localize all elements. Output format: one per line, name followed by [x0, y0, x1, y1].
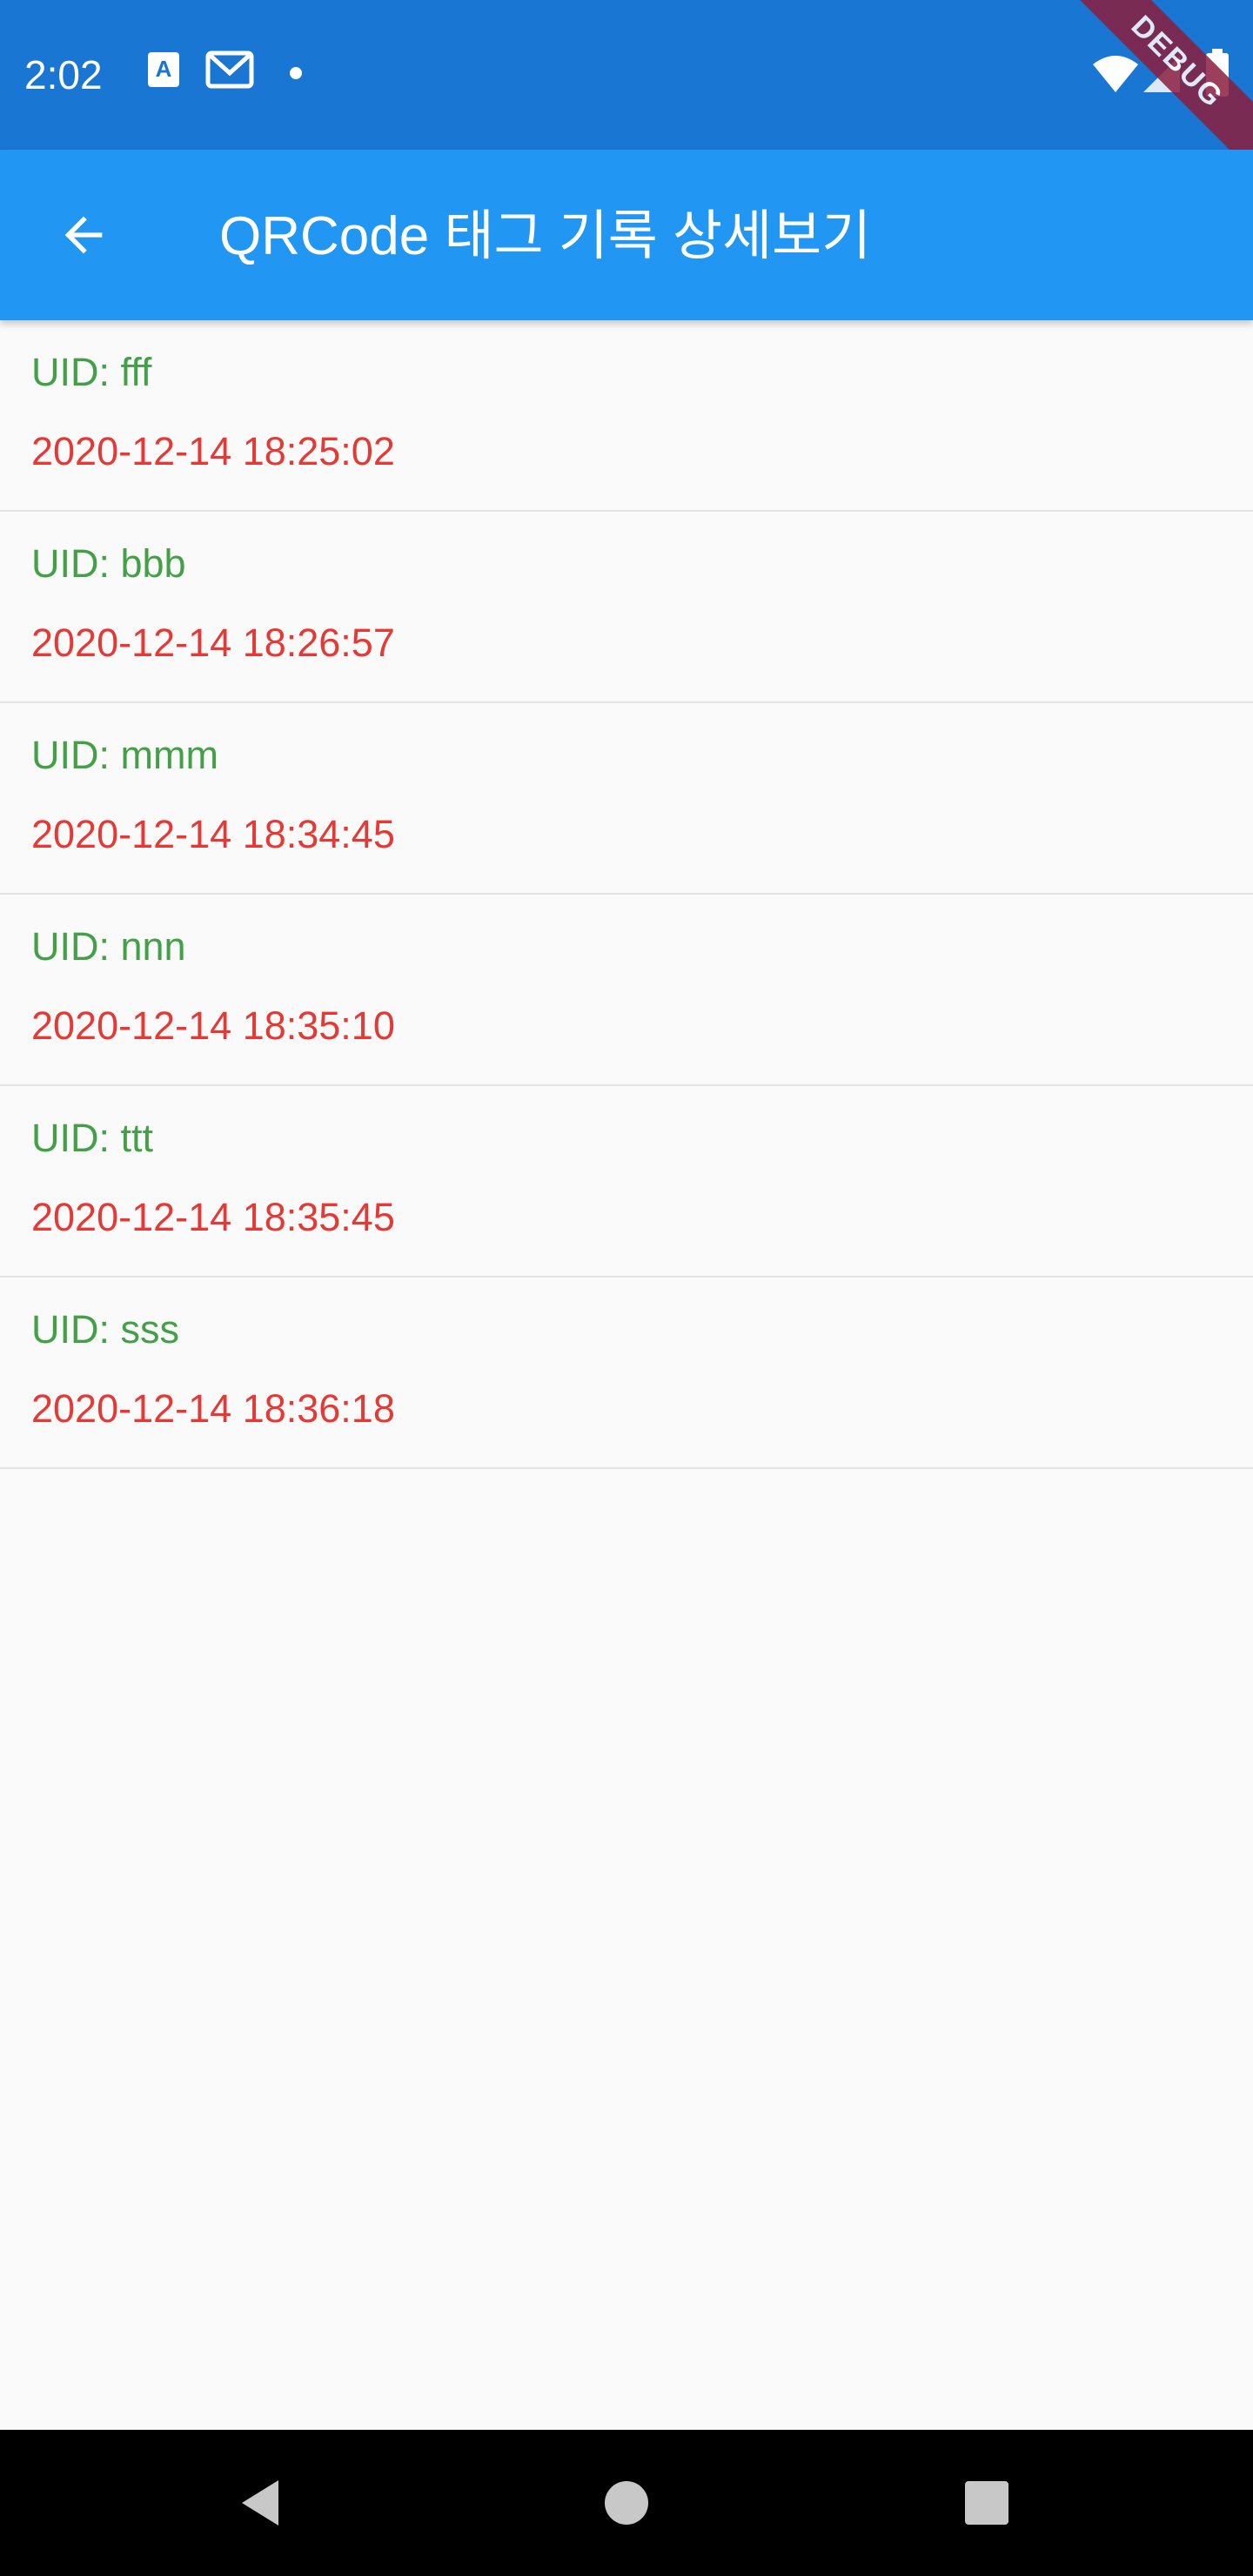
record-timestamp: 2020-12-14 18:36:18 — [31, 1386, 395, 1431]
svg-text:A: A — [156, 56, 172, 82]
status-bar: 2:02 A DEBUG — [0, 0, 1253, 150]
wifi-icon — [1093, 56, 1138, 92]
list-item[interactable]: UID: sss 2020-12-14 18:36:18 — [0, 1278, 1253, 1469]
nav-back-button[interactable] — [218, 2459, 305, 2546]
list-item[interactable]: UID: nnn 2020-12-14 18:35:10 — [0, 895, 1253, 1086]
record-timestamp: 2020-12-14 18:35:45 — [31, 1195, 395, 1239]
record-uid: UID: bbb — [31, 541, 186, 586]
record-uid: UID: mmm — [31, 733, 218, 777]
list-item[interactable]: UID: bbb 2020-12-14 18:26:57 — [0, 512, 1253, 703]
record-timestamp: 2020-12-14 18:25:02 — [31, 429, 395, 473]
recents-square-icon — [965, 2481, 1008, 2525]
dot-icon — [290, 67, 302, 79]
record-uid: UID: nnn — [31, 924, 186, 969]
back-triangle-icon — [242, 2480, 278, 2526]
navigation-bar — [0, 2430, 1253, 2576]
app-bar: QRCode 태그 기록 상세보기 — [0, 150, 1253, 320]
record-uid: UID: ttt — [31, 1116, 154, 1160]
record-uid: UID: fff — [31, 350, 152, 394]
record-timestamp: 2020-12-14 18:34:45 — [31, 812, 395, 856]
list-item[interactable]: UID: fff 2020-12-14 18:25:02 — [0, 320, 1253, 512]
gmail-icon — [205, 50, 254, 89]
home-circle-icon — [605, 2481, 648, 2525]
record-timestamp: 2020-12-14 18:35:10 — [31, 1003, 395, 1048]
list-item[interactable]: UID: ttt 2020-12-14 18:35:45 — [0, 1086, 1253, 1278]
record-uid: UID: sss — [31, 1307, 180, 1352]
nav-home-button[interactable] — [583, 2459, 670, 2546]
back-button[interactable] — [42, 193, 125, 277]
list-item[interactable]: UID: mmm 2020-12-14 18:34:45 — [0, 703, 1253, 895]
status-time: 2:02 — [24, 52, 103, 97]
record-timestamp: 2020-12-14 18:26:57 — [31, 621, 395, 665]
record-list: UID: fff 2020-12-14 18:25:02 UID: bbb 20… — [0, 320, 1253, 1469]
text-notification-icon: A — [148, 52, 179, 87]
debug-banner: DEBUG — [1057, 0, 1253, 150]
nav-recents-button[interactable] — [943, 2459, 1030, 2546]
arrow-back-icon — [64, 216, 103, 254]
page-title: QRCode 태그 기록 상세보기 — [219, 206, 872, 266]
